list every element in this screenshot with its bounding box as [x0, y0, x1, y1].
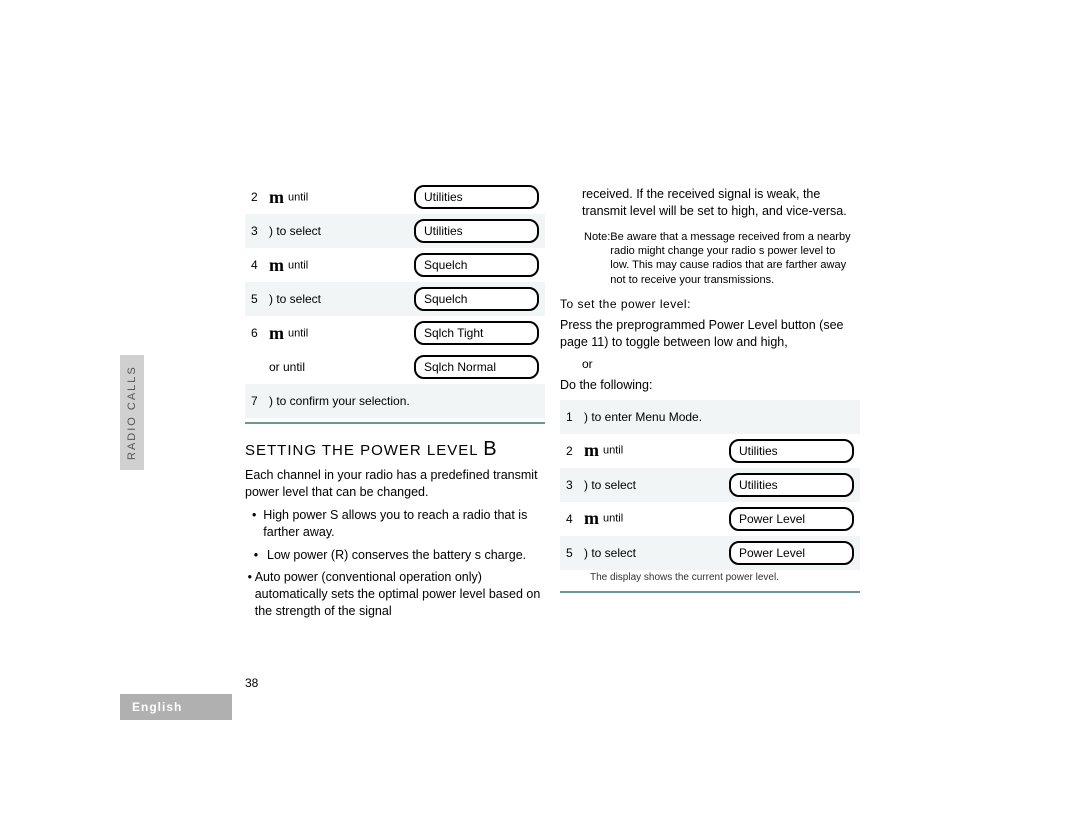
step-row: 5 ) to select Power Level: [560, 536, 860, 570]
step-note: The display shows the current power leve…: [560, 570, 860, 587]
divider: [560, 591, 860, 593]
step-row: 4 muntil Power Level: [560, 502, 860, 536]
paragraph: Press the preprogrammed Power Level butt…: [560, 317, 860, 351]
manual-page: RADIO CALLS English 38 2 muntil Utilitie…: [120, 180, 860, 720]
paragraph: Each channel in your radio has a predefi…: [245, 467, 545, 501]
paragraph: received. If the received signal is weak…: [560, 186, 860, 220]
step-row: 7 ) to confirm your selection.: [245, 384, 545, 418]
section-heading: SETTING THE POWER LEVEL B: [245, 438, 545, 461]
language-tab: English: [120, 694, 232, 720]
page-number: 38: [245, 676, 258, 690]
right-column: received. If the received signal is weak…: [560, 180, 860, 607]
step-row: 4 muntil Squelch: [245, 248, 545, 282]
step-row: 3 ) to select Utilities: [560, 468, 860, 502]
step-row: or until Sqlch Normal: [245, 350, 545, 384]
note: Note: Be aware that a message received f…: [584, 230, 852, 287]
bullet: •Auto power (conventional operation only…: [245, 569, 545, 620]
step-num: 2: [251, 190, 269, 204]
bullet: •Low power (R) conserves the battery s c…: [245, 547, 545, 564]
step-row: 3 ) to select Utilities: [245, 214, 545, 248]
paragraph: Do the following:: [560, 377, 860, 394]
step-row: 5 ) to select Squelch: [245, 282, 545, 316]
section-tab: RADIO CALLS: [120, 355, 144, 470]
divider: [245, 422, 545, 424]
step-row: 2 muntil Utilities: [560, 434, 860, 468]
left-column: 2 muntil Utilities 3 ) to select Utiliti…: [245, 180, 545, 626]
bullet: •High power S allows you to reach a radi…: [245, 507, 545, 541]
step-row: 6 muntil Sqlch Tight: [245, 316, 545, 350]
step-row: 2 muntil Utilities: [245, 180, 545, 214]
subheading: To set the power level:: [560, 297, 860, 311]
step-row: 1 ) to enter Menu Mode.: [560, 400, 860, 434]
display-box: Utilities: [414, 185, 539, 209]
menu-icon: m: [269, 187, 284, 207]
step-text: muntil: [269, 187, 414, 208]
or-label: or: [582, 357, 860, 371]
